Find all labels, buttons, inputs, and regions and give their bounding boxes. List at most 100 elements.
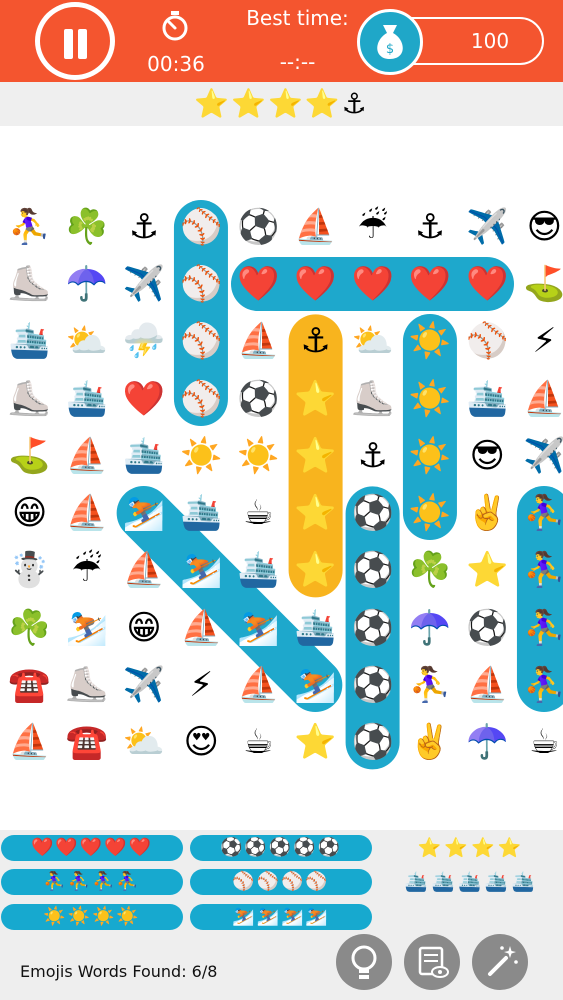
reveal-button[interactable]	[404, 934, 460, 990]
grid-cell-r7-c5[interactable]: 🛳️	[288, 600, 344, 656]
grid-cell-r8-c2[interactable]: ✈️	[116, 657, 172, 713]
grid-cell-r8-c3[interactable]: ⚡	[173, 657, 229, 713]
grid-cell-r9-c0[interactable]: ⛵	[2, 714, 58, 770]
grid-cell-r1-c5[interactable]: ❤️	[288, 256, 344, 312]
grid-cell-r1-c3[interactable]: ⚾	[173, 256, 229, 312]
grid-cell-r5-c1[interactable]: ⛵	[59, 485, 115, 541]
grid-cell-r3-c4[interactable]: ⚽	[230, 371, 286, 427]
grid-cell-r5-c4[interactable]: ☕	[230, 485, 286, 541]
grid-cell-r7-c9[interactable]: ⛹️‍♀️	[516, 600, 563, 656]
grid-cell-r6-c2[interactable]: ⛵	[116, 542, 172, 598]
grid-cell-r1-c2[interactable]: ✈️	[116, 256, 172, 312]
grid-cell-r9-c5[interactable]: ⭐	[288, 714, 344, 770]
grid-cell-r4-c5[interactable]: ⭐	[288, 428, 344, 484]
grid-cell-r2-c4[interactable]: ⛵	[230, 313, 286, 369]
grid-cell-r4-c7[interactable]: ☀️	[402, 428, 458, 484]
grid-cell-r3-c8[interactable]: 🛳️	[459, 371, 515, 427]
grid-cell-r7-c0[interactable]: ☘️	[2, 600, 58, 656]
grid-cell-r5-c9[interactable]: ⛹️‍♀️	[516, 485, 563, 541]
grid-cell-r9-c4[interactable]: ☕	[230, 714, 286, 770]
grid-cell-r6-c6[interactable]: ⚽	[345, 542, 401, 598]
grid-cell-r5-c7[interactable]: ☀️	[402, 485, 458, 541]
grid-cell-r0-c7[interactable]: ⚓	[402, 199, 458, 255]
grid-cell-r6-c3[interactable]: ⛷️	[173, 542, 229, 598]
grid-cell-r7-c8[interactable]: ⚽	[459, 600, 515, 656]
grid-cell-r1-c9[interactable]: ⛳	[516, 256, 563, 312]
grid-cell-r1-c1[interactable]: ☂️	[59, 256, 115, 312]
grid-cell-r9-c8[interactable]: ☂️	[459, 714, 515, 770]
grid-cell-r2-c6[interactable]: ⛅	[345, 313, 401, 369]
grid-cell-r3-c9[interactable]: ⛵	[516, 371, 563, 427]
grid-cell-r9-c7[interactable]: ✌️	[402, 714, 458, 770]
grid-cell-r6-c8[interactable]: ⭐	[459, 542, 515, 598]
grid-cell-r2-c5[interactable]: ⚓	[288, 313, 344, 369]
grid-cell-r8-c9[interactable]: ⛹️‍♀️	[516, 657, 563, 713]
grid-cell-r4-c8[interactable]: 😎	[459, 428, 515, 484]
pause-button[interactable]	[35, 2, 115, 80]
grid-cell-r7-c7[interactable]: ☂️	[402, 600, 458, 656]
grid-cell-r3-c5[interactable]: ⭐	[288, 371, 344, 427]
grid-cell-r4-c3[interactable]: ☀️	[173, 428, 229, 484]
grid-cell-r2-c0[interactable]: 🛳️	[2, 313, 58, 369]
coin-bag-button[interactable]: $	[357, 9, 423, 75]
grid-cell-r1-c4[interactable]: ❤️	[230, 256, 286, 312]
grid-cell-r4-c9[interactable]: ✈️	[516, 428, 563, 484]
grid-cell-r6-c0[interactable]: ☃️	[2, 542, 58, 598]
grid-cell-r4-c6[interactable]: ⚓	[345, 428, 401, 484]
grid-cell-r3-c2[interactable]: ❤️	[116, 371, 172, 427]
grid-cell-r7-c4[interactable]: ⛷️	[230, 600, 286, 656]
grid-cell-r5-c3[interactable]: 🛳️	[173, 485, 229, 541]
grid-cell-r0-c9[interactable]: 😎	[516, 199, 563, 255]
grid-cell-r9-c3[interactable]: 😍	[173, 714, 229, 770]
grid-cell-r3-c1[interactable]: 🛳️	[59, 371, 115, 427]
grid-cell-r8-c0[interactable]: ☎️	[2, 657, 58, 713]
grid-cell-r4-c0[interactable]: ⛳	[2, 428, 58, 484]
grid-cell-r0-c1[interactable]: ☘️	[59, 199, 115, 255]
grid-cell-r1-c8[interactable]: ❤️	[459, 256, 515, 312]
grid-cell-r0-c2[interactable]: ⚓	[116, 199, 172, 255]
grid-cell-r8-c4[interactable]: ⛵	[230, 657, 286, 713]
grid-cell-r0-c0[interactable]: ⛹️‍♀️	[2, 199, 58, 255]
grid-cell-r1-c7[interactable]: ❤️	[402, 256, 458, 312]
grid-cell-r0-c3[interactable]: ⚾	[173, 199, 229, 255]
magic-wand-button[interactable]	[472, 934, 528, 990]
grid-cell-r5-c6[interactable]: ⚽	[345, 485, 401, 541]
grid-cell-r4-c4[interactable]: ☀️	[230, 428, 286, 484]
grid-cell-r3-c3[interactable]: ⚾	[173, 371, 229, 427]
grid-cell-r6-c9[interactable]: ⛹️‍♀️	[516, 542, 563, 598]
grid-cell-r0-c4[interactable]: ⚽	[230, 199, 286, 255]
grid-cell-r8-c5[interactable]: ⛷️	[288, 657, 344, 713]
grid-cell-r1-c0[interactable]: ⛸️	[2, 256, 58, 312]
grid-cell-r6-c1[interactable]: ☔	[59, 542, 115, 598]
grid-cell-r2-c3[interactable]: ⚾	[173, 313, 229, 369]
grid-cell-r1-c6[interactable]: ❤️	[345, 256, 401, 312]
grid-cell-r9-c6[interactable]: ⚽	[345, 714, 401, 770]
grid-cell-r3-c0[interactable]: ⛸️	[2, 371, 58, 427]
grid-cell-r7-c1[interactable]: ⛷️	[59, 600, 115, 656]
grid-cell-r9-c2[interactable]: ⛅	[116, 714, 172, 770]
grid-cell-r7-c3[interactable]: ⛵	[173, 600, 229, 656]
grid-cell-r8-c8[interactable]: ⛵	[459, 657, 515, 713]
grid-cell-r8-c1[interactable]: ⛸️	[59, 657, 115, 713]
grid-cell-r2-c9[interactable]: ⚡	[516, 313, 563, 369]
grid-cell-r7-c2[interactable]: 😁	[116, 600, 172, 656]
hint-button[interactable]	[336, 934, 392, 990]
grid-cell-r0-c8[interactable]: ✈️	[459, 199, 515, 255]
grid-cell-r9-c9[interactable]: ☕	[516, 714, 563, 770]
grid-cell-r2-c8[interactable]: ⚾	[459, 313, 515, 369]
grid-cell-r5-c8[interactable]: ✌️	[459, 485, 515, 541]
grid-cell-r6-c7[interactable]: ☘️	[402, 542, 458, 598]
grid-cell-r9-c1[interactable]: ☎️	[59, 714, 115, 770]
grid-cell-r3-c7[interactable]: ☀️	[402, 371, 458, 427]
grid-cell-r0-c5[interactable]: ⛵	[288, 199, 344, 255]
grid-cell-r4-c2[interactable]: 🛳️	[116, 428, 172, 484]
grid-cell-r5-c5[interactable]: ⭐	[288, 485, 344, 541]
grid-cell-r8-c6[interactable]: ⚽	[345, 657, 401, 713]
grid-cell-r2-c7[interactable]: ☀️	[402, 313, 458, 369]
grid-cell-r3-c6[interactable]: ⛸️	[345, 371, 401, 427]
grid-cell-r2-c2[interactable]: ⛈️	[116, 313, 172, 369]
grid-cell-r7-c6[interactable]: ⚽	[345, 600, 401, 656]
grid-cell-r5-c2[interactable]: ⛷️	[116, 485, 172, 541]
grid-cell-r5-c0[interactable]: 😁	[2, 485, 58, 541]
grid-cell-r0-c6[interactable]: ☔	[345, 199, 401, 255]
